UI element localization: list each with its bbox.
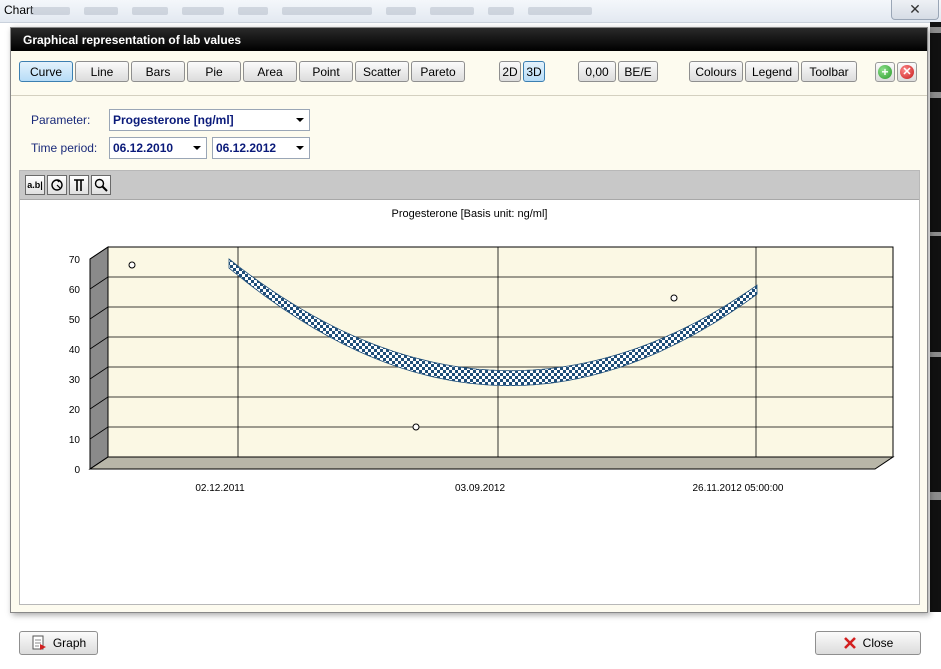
line-button[interactable]: Line (75, 61, 129, 82)
decimals-button[interactable]: 0,00 (578, 61, 616, 82)
y-tick-label: 70 (69, 255, 81, 266)
chart-panel: a.b| Progesterone [Basis unit: ng/ml] 0 … (19, 170, 920, 605)
data-point (128, 261, 136, 269)
window-close-button[interactable]: ✕ (891, 0, 939, 20)
data-point (670, 294, 678, 302)
window-title: Chart (4, 3, 34, 17)
background-menu-blur (30, 7, 630, 17)
y-tick-label: 10 (69, 435, 81, 446)
chart-plot: 0 10 20 30 40 50 60 70 02.12.2011 03.09.2012 26.11… (69, 246, 895, 494)
time-period-label: Time period: (31, 141, 98, 155)
dialog-title: Graphical representation of lab values (23, 33, 242, 47)
chart-side-wall (89, 246, 109, 470)
rotate-icon[interactable] (47, 175, 67, 195)
background-window-edge (930, 22, 941, 612)
chevron-down-icon (296, 146, 304, 150)
close-x-icon (843, 637, 856, 649)
pie-button[interactable]: Pie (187, 61, 241, 82)
parameter-label: Parameter: (31, 113, 91, 127)
text-label-icon-glyph: a.b| (27, 180, 43, 190)
period-from-select[interactable]: 06.12.2010 (109, 137, 207, 159)
y-tick-label: 40 (69, 345, 81, 356)
toolbar-button[interactable]: Toolbar (801, 61, 857, 82)
graph-doc-icon (32, 635, 46, 650)
chart-back-wall (107, 246, 894, 458)
period-to-value: 06.12.2012 (216, 141, 277, 155)
parameter-value: Progesterone [ng/ml] (113, 113, 234, 127)
period-from-value: 06.12.2010 (113, 141, 174, 155)
graph-button[interactable]: Graph (19, 631, 98, 655)
curve-button[interactable]: Curve (19, 61, 73, 82)
scatter-button[interactable]: Scatter (355, 61, 409, 82)
dialog-header: Graphical representation of lab values (11, 28, 927, 51)
colours-button[interactable]: Colours (689, 61, 743, 82)
chart-type-toolbar: Curve Line Bars Pie Area Point Scatter P… (11, 51, 927, 96)
legend-button[interactable]: Legend (745, 61, 799, 82)
graph-label: Graph (52, 636, 87, 650)
x-tick-label: 02.12.2011 (195, 483, 245, 494)
close-button[interactable]: Close (815, 631, 921, 655)
y-tick-label: 60 (69, 285, 81, 296)
chevron-down-icon (296, 118, 304, 122)
close-icon: ✕ (909, 1, 921, 17)
cancel-icon: ✕ (900, 65, 914, 79)
be-e-button[interactable]: BE/E (618, 61, 658, 82)
chart-tools-bar: a.b| (20, 171, 919, 200)
pareto-button[interactable]: Pareto (411, 61, 465, 82)
y-tick-label: 20 (69, 405, 81, 416)
chevron-down-icon (193, 146, 201, 150)
x-tick-label: 26.11.2012 05:00:00 (692, 483, 783, 494)
add-button[interactable]: + (875, 62, 895, 82)
point-button[interactable]: Point (299, 61, 353, 82)
y-tick-label: 30 (69, 375, 81, 386)
axis-icon[interactable] (69, 175, 89, 195)
y-tick-label: 0 (74, 465, 80, 476)
data-point (412, 423, 420, 431)
chart-floor (88, 456, 895, 470)
bars-button[interactable]: Bars (131, 61, 185, 82)
3d-button[interactable]: 3D (523, 61, 545, 82)
filter-panel: Parameter: Progesterone [ng/ml] Time per… (19, 97, 920, 170)
window-titlebar: Chart ✕ (0, 0, 941, 23)
chart-dialog: Graphical representation of lab values C… (10, 27, 928, 613)
area-button[interactable]: Area (243, 61, 297, 82)
x-tick-label: 03.09.2012 (455, 483, 505, 494)
add-icon: + (878, 65, 892, 79)
cancel-button[interactable]: ✕ (897, 62, 917, 82)
text-label-icon[interactable]: a.b| (25, 175, 45, 195)
close-label: Close (862, 636, 894, 650)
period-to-select[interactable]: 06.12.2012 (212, 137, 310, 159)
parameter-select[interactable]: Progesterone [ng/ml] (109, 109, 310, 131)
2d-button[interactable]: 2D (499, 61, 521, 82)
y-tick-label: 50 (69, 315, 81, 326)
zoom-icon[interactable] (91, 175, 111, 195)
